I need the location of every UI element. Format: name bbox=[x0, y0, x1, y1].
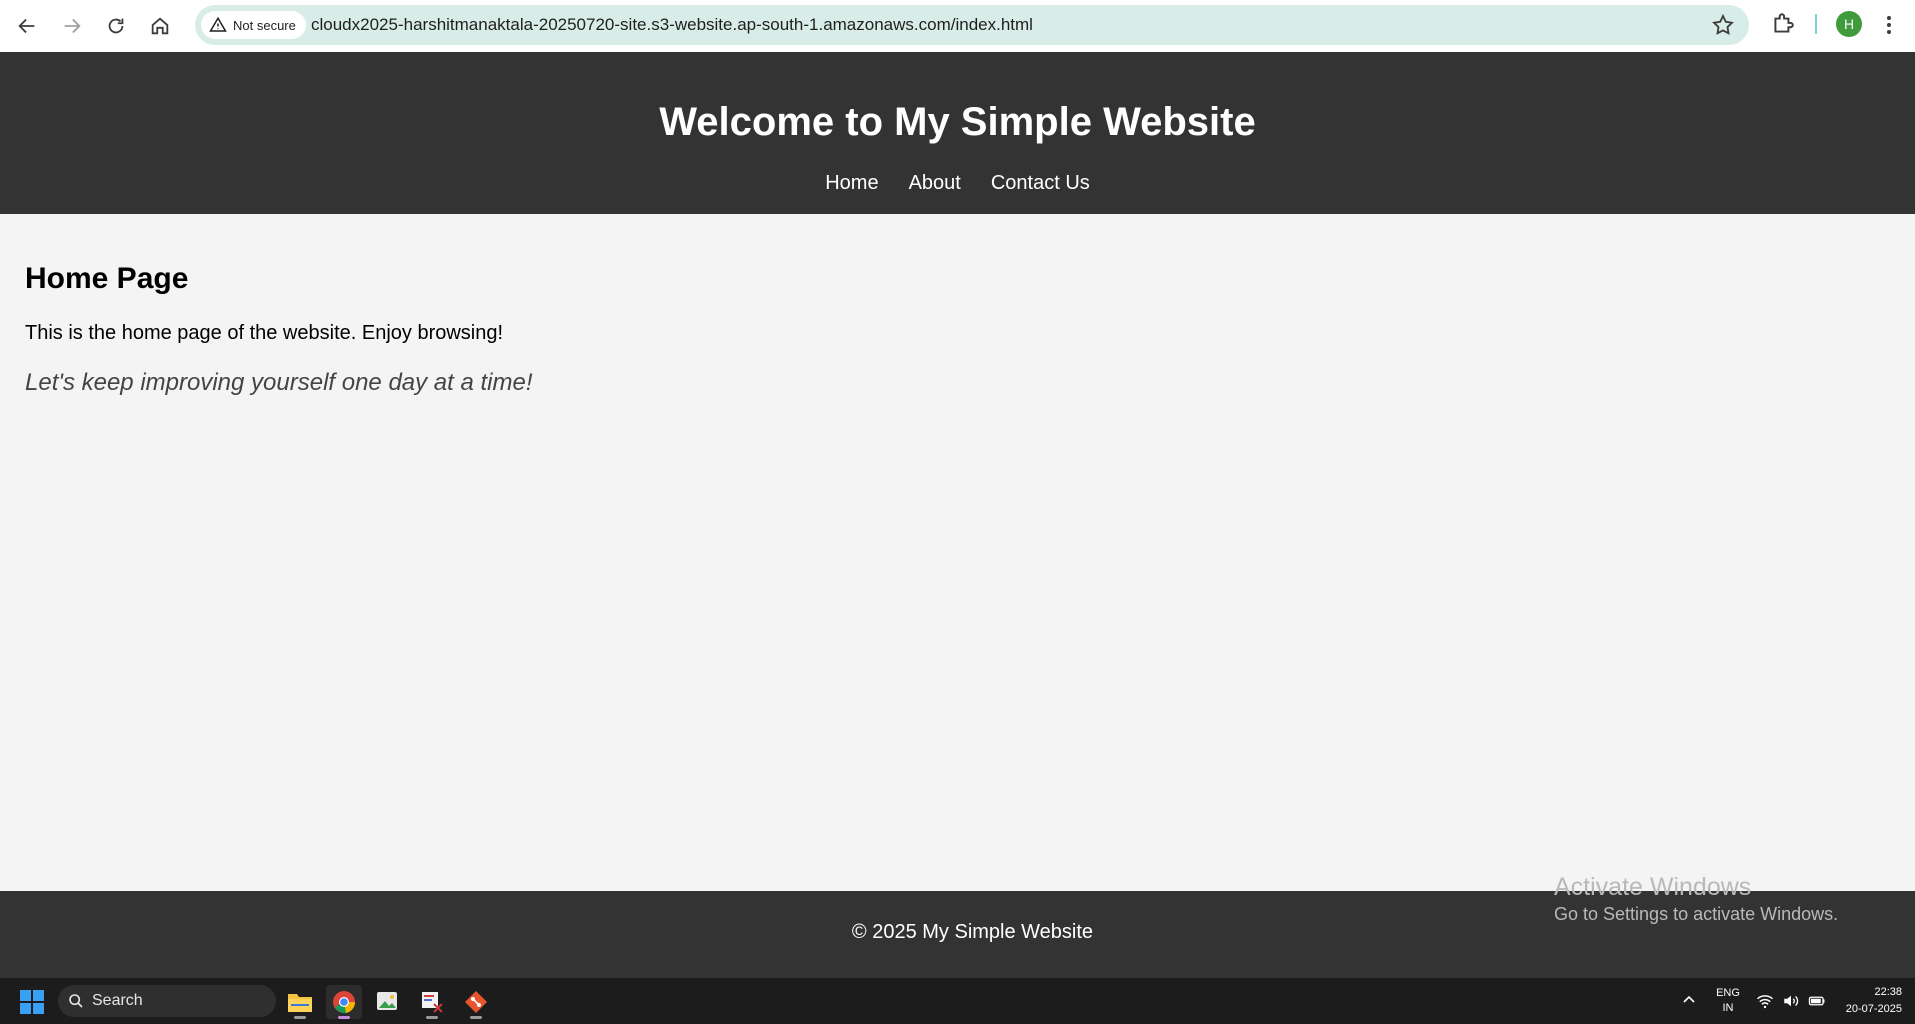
more-icon[interactable] bbox=[1884, 12, 1894, 38]
security-chip[interactable]: Not secure bbox=[201, 11, 306, 39]
app-indicator bbox=[470, 1016, 482, 1019]
speaker-icon bbox=[1784, 995, 1799, 1007]
language-code: ENG bbox=[1716, 987, 1740, 999]
taskbar-app-git[interactable] bbox=[458, 985, 494, 1019]
taskbar-search[interactable]: Search bbox=[58, 985, 276, 1017]
home-button[interactable] bbox=[142, 8, 178, 44]
nav-link-about[interactable]: About bbox=[909, 169, 961, 197]
reload-button[interactable] bbox=[98, 8, 134, 44]
taskbar: Search ENG IN 22:38 20-07-2025 bbox=[0, 978, 1915, 1024]
forward-button[interactable] bbox=[54, 8, 90, 44]
language-region: IN bbox=[1722, 1002, 1734, 1014]
system-clock[interactable]: 22:38 20-07-2025 bbox=[1832, 984, 1902, 1018]
wifi-icon bbox=[1757, 995, 1773, 1009]
taskbar-app-file-explorer[interactable] bbox=[282, 985, 318, 1019]
back-button[interactable] bbox=[9, 8, 45, 44]
app-indicator bbox=[338, 1016, 350, 1019]
quote-text: Let's keep improving yourself one day at… bbox=[25, 369, 533, 396]
nav-link-home[interactable]: Home bbox=[825, 169, 878, 197]
taskbar-app-snipping-tool[interactable] bbox=[414, 985, 450, 1019]
browser-toolbar: Not secure cloudx2025-harshitmanaktala-2… bbox=[0, 0, 1915, 52]
intro-text: This is the home page of the website. En… bbox=[25, 322, 504, 344]
profile-avatar[interactable]: H bbox=[1836, 11, 1862, 37]
extensions-icon[interactable] bbox=[1770, 11, 1796, 37]
git-icon bbox=[465, 991, 487, 1013]
file-explorer-icon bbox=[288, 994, 312, 1012]
clock-time: 22:38 bbox=[1874, 986, 1902, 998]
taskbar-app-chrome[interactable] bbox=[326, 985, 362, 1019]
watermark-title: Activate Windows bbox=[1554, 873, 1752, 901]
chrome-icon bbox=[333, 991, 356, 1014]
windows-start-icon[interactable] bbox=[20, 990, 44, 1014]
search-label: Search bbox=[92, 992, 143, 1009]
clock-date: 20-07-2025 bbox=[1845, 1003, 1902, 1015]
toolbar-divider bbox=[1815, 14, 1817, 34]
site-header: Welcome to My Simple Website Home About … bbox=[0, 52, 1915, 214]
chevron-up-icon[interactable] bbox=[1682, 992, 1696, 1006]
home-icon bbox=[151, 17, 169, 35]
reload-icon bbox=[108, 18, 124, 34]
address-bar[interactable]: Not secure cloudx2025-harshitmanaktala-2… bbox=[195, 5, 1749, 45]
nav-link-contact[interactable]: Contact Us bbox=[991, 169, 1090, 197]
site-nav: Home About Contact Us bbox=[0, 169, 1915, 197]
watermark-subtitle: Go to Settings to activate Windows. bbox=[1554, 904, 1839, 924]
site-title: Welcome to My Simple Website bbox=[659, 100, 1256, 144]
taskbar-app-photos[interactable] bbox=[370, 985, 406, 1019]
page-heading: Home Page bbox=[25, 262, 189, 295]
battery-icon bbox=[1808, 996, 1825, 1006]
system-tray[interactable] bbox=[1756, 992, 1826, 1010]
warning-icon bbox=[209, 16, 227, 32]
security-chip-label: Not secure bbox=[233, 17, 296, 33]
activation-watermark: Activate Windows Go to Settings to activ… bbox=[1554, 872, 1838, 926]
snipping-tool-icon bbox=[422, 992, 443, 1013]
url-text[interactable]: cloudx2025-harshitmanaktala-20250720-sit… bbox=[311, 5, 1033, 45]
forward-icon bbox=[64, 18, 81, 34]
star-icon[interactable] bbox=[1711, 13, 1735, 37]
search-icon bbox=[69, 994, 83, 1008]
language-indicator[interactable]: ENG IN bbox=[1712, 986, 1744, 1016]
back-icon bbox=[18, 18, 35, 34]
photos-app-icon bbox=[377, 992, 397, 1010]
app-indicator bbox=[426, 1016, 438, 1019]
app-indicator bbox=[294, 1016, 306, 1019]
